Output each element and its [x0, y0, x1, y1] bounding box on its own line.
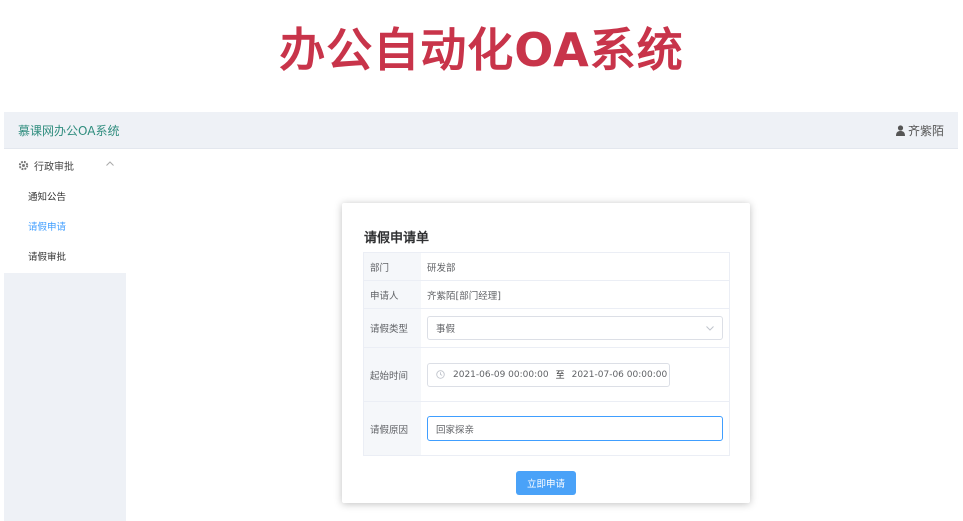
- applicant-label: 申请人: [364, 281, 421, 308]
- sidebar-item-leave-apply[interactable]: 请假申请: [4, 211, 126, 241]
- form-title: 请假申请单: [364, 231, 430, 246]
- sidebar-menu: 行政审批 通知公告 请假申请 请假审批: [4, 149, 126, 273]
- banner-title: 办公自动化OA系统: [279, 23, 684, 77]
- row-reason: 请假原因 回家探亲: [364, 402, 729, 456]
- row-time: 起始时间 2021-06-09 00:00:00 至 2021-07-06 00…: [364, 348, 729, 402]
- main-content: 请假申请单 部门 研发部 申请人 齐紫陌[部门经理] 请假类型 事假 起始时间 …: [126, 149, 958, 521]
- leave-type-select[interactable]: 事假: [427, 316, 723, 340]
- leave-type-label: 请假类型: [364, 309, 421, 347]
- reason-label: 请假原因: [364, 402, 421, 455]
- sidebar: 行政审批 通知公告 请假申请 请假审批: [4, 149, 126, 521]
- reason-cell: 回家探亲: [421, 402, 729, 455]
- department-label: 部门: [364, 253, 421, 280]
- app-window: 慕课网办公OA系统 齐紫陌 行政审批 通知公告 请假申请 请假审批 请假申请单 …: [4, 112, 958, 521]
- date-range-picker[interactable]: 2021-06-09 00:00:00 至 2021-07-06 00:00:0…: [427, 362, 670, 387]
- menu-group-admin-approval[interactable]: 行政审批: [4, 149, 126, 181]
- chevron-down-icon: [706, 326, 714, 331]
- start-date[interactable]: 2021-06-09 00:00:00: [453, 370, 549, 380]
- clock-icon: [436, 370, 445, 379]
- top-bar: 慕课网办公OA系统 齐紫陌: [4, 112, 958, 149]
- row-leave-type: 请假类型 事假: [364, 309, 729, 348]
- reason-input[interactable]: 回家探亲: [427, 416, 723, 441]
- chevron-up-icon: [106, 161, 114, 166]
- leave-form: 部门 研发部 申请人 齐紫陌[部门经理] 请假类型 事假 起始时间 2021-0…: [363, 252, 730, 456]
- date-separator: 至: [555, 371, 565, 381]
- menu-group-label: 行政审批: [34, 161, 74, 173]
- time-cell: 2021-06-09 00:00:00 至 2021-07-06 00:00:0…: [421, 348, 729, 401]
- sidebar-item-leave-approval[interactable]: 请假审批: [4, 241, 126, 271]
- app-title: 慕课网办公OA系统: [18, 124, 120, 138]
- leave-type-value: 事假: [436, 324, 456, 335]
- user-name: 齐紫陌: [907, 124, 944, 138]
- time-label: 起始时间: [364, 348, 421, 401]
- submit-button[interactable]: 立即申请: [516, 471, 576, 495]
- applicant-value: 齐紫陌[部门经理]: [427, 290, 501, 302]
- row-department: 部门 研发部: [364, 253, 729, 281]
- row-applicant: 申请人 齐紫陌[部门经理]: [364, 281, 729, 309]
- user-menu[interactable]: 齐紫陌: [895, 122, 944, 139]
- gear-icon: [18, 160, 29, 170]
- leave-form-card: 请假申请单 部门 研发部 申请人 齐紫陌[部门经理] 请假类型 事假 起始时间 …: [342, 203, 750, 503]
- end-date[interactable]: 2021-07-06 00:00:00: [572, 370, 668, 380]
- user-icon: [895, 125, 905, 136]
- sidebar-item-notices[interactable]: 通知公告: [4, 181, 126, 211]
- department-value: 研发部: [427, 262, 456, 274]
- leave-type-cell: 事假: [421, 309, 729, 347]
